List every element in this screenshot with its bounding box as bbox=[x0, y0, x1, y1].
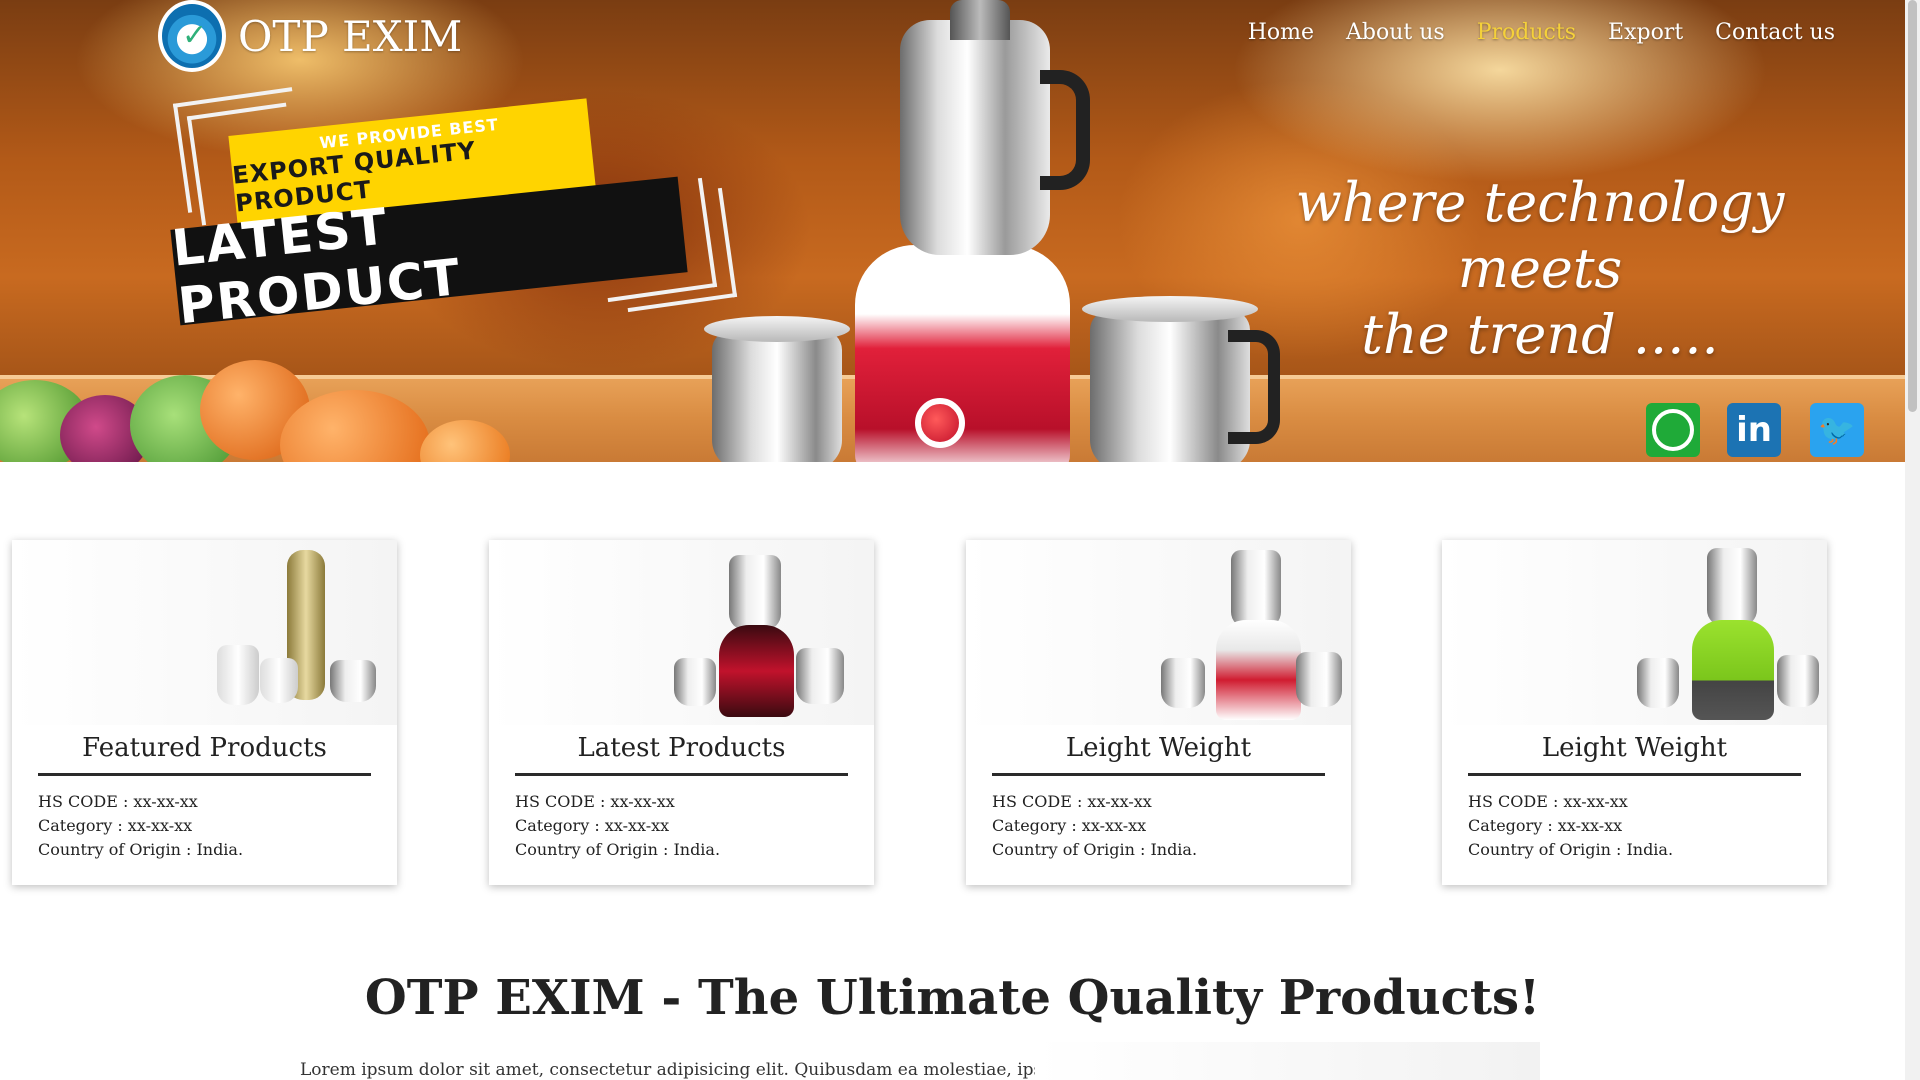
nav-products[interactable]: Products bbox=[1477, 20, 1576, 45]
country-of-origin: Country of Origin : India. bbox=[38, 840, 244, 859]
twitter-icon[interactable]: 🐦 bbox=[1810, 403, 1864, 457]
page-scrollbar[interactable] bbox=[1905, 0, 1920, 1080]
product-card[interactable]: Latest Products HS CODE : xx-xx-xx Categ… bbox=[489, 540, 874, 885]
mixer-base-image bbox=[719, 625, 794, 717]
card-details: HS CODE : xx-xx-xx Category : xx-xx-xx C… bbox=[515, 790, 720, 862]
mixer-handle-image bbox=[1040, 70, 1090, 190]
product-image bbox=[12, 540, 397, 725]
section-image bbox=[1035, 1042, 1540, 1080]
mixer-lid-image bbox=[950, 0, 1010, 40]
mixer-base-image bbox=[1692, 620, 1774, 720]
mixer-jar-image bbox=[729, 555, 781, 630]
category: Category : xx-xx-xx bbox=[515, 816, 670, 835]
mixer-jar-image bbox=[1231, 550, 1281, 628]
section-body: Lorem ipsum dolor sit amet, consectetur … bbox=[300, 1060, 1058, 1080]
mixer-main-jar-image bbox=[900, 20, 1050, 255]
mixer-base-image bbox=[1216, 620, 1301, 720]
nav-home[interactable]: Home bbox=[1248, 20, 1314, 45]
country-of-origin: Country of Origin : India. bbox=[515, 840, 721, 859]
beaker-image bbox=[217, 645, 259, 705]
logo-icon bbox=[158, 0, 226, 72]
product-card[interactable]: Featured Products HS CODE : xx-xx-xx Cat… bbox=[12, 540, 397, 885]
card-title: Leight Weight bbox=[992, 733, 1325, 776]
card-title: Featured Products bbox=[38, 733, 371, 776]
mixer-jar-image bbox=[1161, 658, 1205, 708]
brand-logo[interactable]: OTP EXIM bbox=[158, 0, 462, 72]
hs-code: HS CODE : xx-xx-xx bbox=[992, 792, 1152, 811]
hs-code: HS CODE : xx-xx-xx bbox=[38, 792, 198, 811]
card-title: Leight Weight bbox=[1468, 733, 1801, 776]
country-of-origin: Country of Origin : India. bbox=[1468, 840, 1674, 859]
hero-tagline: where technology meets the trend ..... bbox=[1230, 170, 1850, 368]
scrollbar-thumb[interactable] bbox=[1908, 0, 1917, 412]
tagline-line-1: where technology meets bbox=[1295, 171, 1785, 300]
mixer-jar-image bbox=[1082, 296, 1280, 462]
product-cards: Featured Products HS CODE : xx-xx-xx Cat… bbox=[12, 540, 1892, 885]
section-title: OTP EXIM - The Ultimate Quality Products… bbox=[364, 970, 1541, 1026]
whatsapp-icon[interactable] bbox=[1646, 403, 1700, 457]
product-image bbox=[489, 540, 874, 725]
mixer-jar-image bbox=[796, 648, 844, 704]
nav-export[interactable]: Export bbox=[1608, 20, 1683, 45]
mixer-knob-image bbox=[915, 398, 965, 448]
linkedin-icon[interactable]: in bbox=[1727, 403, 1781, 457]
chopper-image bbox=[330, 660, 376, 702]
latest-product-badge: WE PROVIDE BEST EXPORT QUALITY PRODUCT L… bbox=[169, 87, 740, 335]
category: Category : xx-xx-xx bbox=[1468, 816, 1623, 835]
hero-banner: OTP EXIM Home About us Products Export C… bbox=[0, 0, 1905, 462]
category: Category : xx-xx-xx bbox=[38, 816, 193, 835]
product-card[interactable]: Leight Weight HS CODE : xx-xx-xx Categor… bbox=[1442, 540, 1827, 885]
card-details: HS CODE : xx-xx-xx Category : xx-xx-xx C… bbox=[992, 790, 1197, 862]
brand-name: OTP EXIM bbox=[238, 11, 463, 61]
card-details: HS CODE : xx-xx-xx Category : xx-xx-xx C… bbox=[1468, 790, 1673, 862]
mixer-jar-image bbox=[1707, 548, 1757, 626]
nav-contact-us[interactable]: Contact us bbox=[1715, 20, 1835, 45]
mixer-jar-image bbox=[704, 316, 850, 462]
mixer-jar-image bbox=[674, 658, 716, 706]
mixer-jar-image bbox=[1296, 652, 1342, 707]
tagline-line-2: the trend ..... bbox=[1361, 303, 1719, 366]
mixer-jar-image bbox=[1777, 655, 1819, 707]
country-of-origin: Country of Origin : India. bbox=[992, 840, 1198, 859]
hs-code: HS CODE : xx-xx-xx bbox=[1468, 792, 1628, 811]
main-nav: Home About us Products Export Contact us bbox=[1248, 20, 1835, 45]
card-title: Latest Products bbox=[515, 733, 848, 776]
card-details: HS CODE : xx-xx-xx Category : xx-xx-xx C… bbox=[38, 790, 243, 862]
mixer-jar-image bbox=[1637, 658, 1679, 708]
beaker-image bbox=[260, 658, 298, 703]
product-image bbox=[966, 540, 1351, 725]
nav-about-us[interactable]: About us bbox=[1346, 20, 1445, 45]
hs-code: HS CODE : xx-xx-xx bbox=[515, 792, 675, 811]
product-card[interactable]: Leight Weight HS CODE : xx-xx-xx Categor… bbox=[966, 540, 1351, 885]
product-image bbox=[1442, 540, 1827, 725]
category: Category : xx-xx-xx bbox=[992, 816, 1147, 835]
